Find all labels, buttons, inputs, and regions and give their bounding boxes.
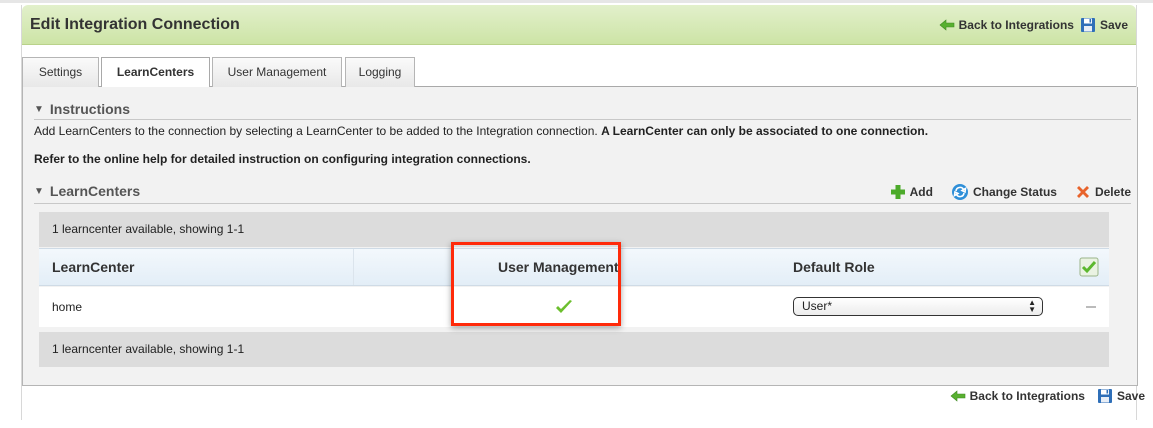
instructions-line-1: Add LearnCenters to the connection by se… [34, 124, 928, 138]
tab-content: ▼ Instructions Add LearnCenters to the c… [22, 87, 1138, 386]
back-to-integrations-label: Back to Integrations [969, 389, 1085, 403]
pager-bottom: 1 learncenter available, showing 1-1 [39, 332, 1109, 367]
tab-user-management-label: User Management [227, 65, 327, 79]
learncenters-title: LearnCenters [49, 183, 141, 199]
default-role-value: User* [802, 299, 833, 313]
learncenters-divider [34, 203, 1131, 204]
tab-logging[interactable]: Logging [345, 57, 415, 87]
delete-button[interactable]: Delete [1075, 184, 1131, 200]
delete-x-icon [1076, 186, 1089, 198]
learncenters-toolbar: Add Change Status Delete [890, 183, 1131, 201]
page-title: Edit Integration Connection [30, 15, 240, 33]
table-header: LearnCenter User Management Default Role [39, 248, 1109, 286]
tab-logging-label: Logging [358, 65, 402, 79]
add-label: Add [909, 185, 933, 199]
instructions-toggle[interactable]: ▼ Instructions [34, 101, 130, 117]
instructions-line-1-emphasis: A LearnCenter can only be associated to … [601, 124, 929, 138]
row-learncenter-name: home [52, 300, 83, 314]
dash-icon [1086, 306, 1096, 308]
save-disk-icon [1097, 389, 1112, 403]
default-role-select[interactable]: User* ▲ ▼ [793, 297, 1043, 316]
tab-learncenters[interactable]: LearnCenters [101, 57, 210, 88]
save-label: Save [1099, 17, 1128, 32]
instructions-divider [34, 119, 1131, 120]
plus-icon [890, 185, 905, 199]
footer-actions: Back to Integrations Save [950, 388, 1145, 404]
edit-integration-panel: Edit Integration Connection Back to Inte… [21, 5, 1138, 420]
pager-top: 1 learncenter available, showing 1-1 [39, 212, 1109, 247]
learncenters-toggle[interactable]: ▼ LearnCenters [34, 183, 140, 199]
save-disk-icon [1080, 17, 1095, 32]
save-button[interactable]: Save [1097, 388, 1145, 404]
column-divider [353, 249, 354, 285]
delete-label: Delete [1094, 185, 1131, 199]
save-label: Save [1116, 389, 1145, 403]
tab-bar: Settings LearnCenters User Management Lo… [22, 57, 1136, 88]
instructions-line-2: Refer to the online help for detailed in… [34, 152, 531, 166]
back-to-integrations-link[interactable]: Back to Integrations [939, 18, 1074, 32]
tab-user-management[interactable]: User Management [212, 57, 342, 87]
top-edge [0, 0, 1153, 3]
select-all-checkbox[interactable] [1079, 249, 1099, 285]
back-to-integrations-label: Back to Integrations [958, 17, 1074, 32]
tab-settings[interactable]: Settings [22, 57, 99, 87]
save-button[interactable]: Save [1080, 17, 1128, 33]
column-header-default-role[interactable]: Default Role [793, 249, 875, 285]
change-status-button[interactable]: Change Status [951, 183, 1057, 201]
collapse-triangle-icon: ▼ [34, 185, 44, 197]
back-arrow-icon [950, 390, 965, 402]
user-management-check [555, 287, 573, 327]
tab-learncenters-label: LearnCenters [116, 65, 195, 79]
back-to-integrations-link[interactable]: Back to Integrations [950, 389, 1085, 403]
instructions-line-1-text: Add LearnCenters to the connection by se… [34, 124, 602, 138]
table-row: home User* ▲ ▼ [39, 287, 1109, 327]
change-status-label: Change Status [972, 185, 1057, 199]
collapse-triangle-icon: ▼ [34, 103, 44, 115]
row-select-disabled[interactable] [1086, 287, 1096, 327]
back-arrow-icon [939, 18, 954, 31]
add-button[interactable]: Add [890, 184, 933, 200]
tab-settings-label: Settings [38, 65, 83, 79]
refresh-icon [951, 184, 968, 200]
column-header-learncenter[interactable]: LearnCenter [52, 249, 134, 285]
instructions-title: Instructions [49, 101, 131, 117]
panel-header: Edit Integration Connection Back to Inte… [22, 5, 1136, 45]
select-arrows-icon: ▲ ▼ [1028, 298, 1036, 314]
column-header-user-management[interactable]: User Management [498, 249, 619, 285]
header-actions: Back to Integrations Save [939, 17, 1128, 33]
green-check-icon [556, 300, 572, 313]
checked-box-icon [1079, 257, 1099, 277]
